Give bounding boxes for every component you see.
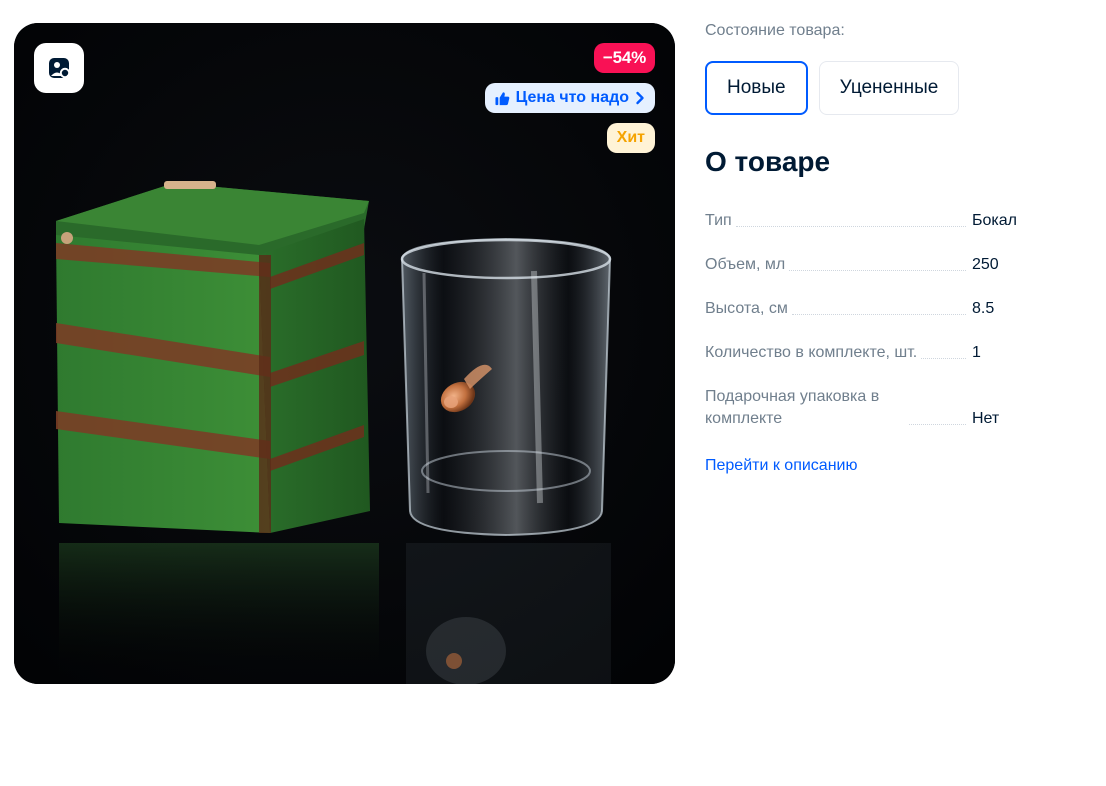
- discount-badge: −54%: [593, 43, 655, 73]
- condition-option-discounted[interactable]: Уцененные: [818, 61, 960, 115]
- spec-leader-dots: [735, 226, 966, 227]
- spec-value: Бокал: [972, 212, 1017, 229]
- spec-name: Высота, см: [705, 300, 788, 317]
- spec-leader-dots: [791, 314, 966, 315]
- product-specs: Тип Бокал Объем, мл 250 Высота, см 8.5 К…: [705, 210, 1095, 452]
- spec-value: 8.5: [972, 300, 995, 317]
- spec-name: Тип: [705, 212, 732, 229]
- spec-value: 1: [972, 344, 981, 361]
- spec-leader-dots: [921, 358, 966, 359]
- good-price-badge[interactable]: Цена что надо: [484, 83, 655, 113]
- spec-value: 250: [972, 256, 999, 273]
- condition-option-new[interactable]: Новые: [705, 61, 808, 115]
- photo-search-icon: [49, 58, 73, 81]
- spec-row-gift-box: Подарочная упаковка в комплекте Нет: [705, 386, 1095, 430]
- hit-badge: Хит: [606, 123, 655, 153]
- spec-row-quantity: Количество в комплекте, шт. 1: [705, 342, 1095, 364]
- product-badges: −54% Цена что надо Хит: [484, 43, 655, 153]
- spec-row-volume: Объем, мл 250: [705, 254, 1095, 276]
- chevron-right-icon: [636, 91, 644, 105]
- spec-name: Подарочная упаковка в комплекте: [705, 388, 880, 427]
- about-product-title: О товаре: [705, 146, 831, 177]
- spec-leader-dots: [789, 270, 966, 271]
- spec-row-height: Высота, см 8.5: [705, 298, 1095, 320]
- spec-value: Нет: [972, 410, 1000, 427]
- spec-leader-dots: [909, 424, 966, 425]
- photo-search-button[interactable]: [34, 43, 84, 93]
- spec-row-type: Тип Бокал: [705, 210, 1095, 232]
- thumbs-up-icon: [495, 91, 509, 105]
- condition-options: Новые Уцененные: [705, 61, 960, 115]
- go-to-description-link[interactable]: Перейти к описанию: [705, 457, 857, 475]
- spec-name: Объем, мл: [705, 256, 786, 273]
- product-image-gallery[interactable]: −54% Цена что надо Хит: [14, 23, 675, 684]
- good-price-label: Цена что надо: [515, 89, 629, 106]
- spec-name: Количество в комплекте, шт.: [705, 344, 918, 361]
- condition-label: Состояние товара:: [705, 22, 845, 39]
